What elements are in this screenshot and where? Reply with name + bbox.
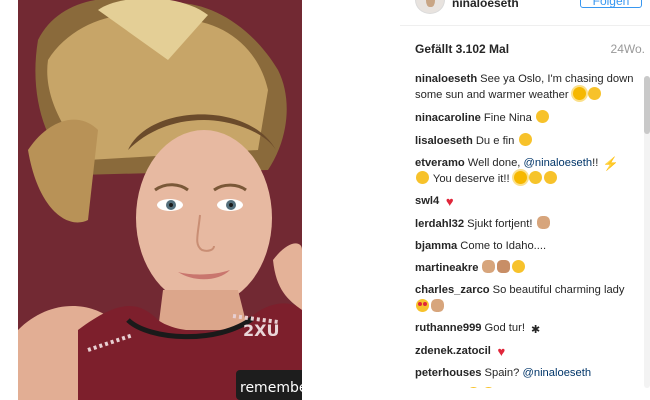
- comment-item: charles_zarco So beautiful charming lady: [415, 283, 637, 315]
- cool-emoji-icon: [587, 87, 601, 101]
- comment-username[interactable]: ruthanne999: [415, 322, 482, 334]
- sun-emoji-icon: [513, 171, 527, 185]
- clap-emoji-icon: [431, 298, 444, 312]
- header-divider: [400, 25, 650, 26]
- header-username[interactable]: ninaloeseth: [452, 0, 519, 10]
- cool-emoji-icon: [416, 171, 429, 185]
- comment-username[interactable]: etveramo: [415, 157, 465, 169]
- bolt-emoji-icon: ⚡: [602, 155, 619, 171]
- likes-count[interactable]: Gefällt 3.102 Mal: [415, 42, 509, 56]
- hand-emoji-icon: [497, 260, 511, 274]
- comment-username[interactable]: lisaloeseth: [415, 135, 473, 147]
- comment-item: ninacaroline Fine Nina: [415, 110, 637, 126]
- comment-text: Du e fin: [475, 135, 518, 147]
- avatar[interactable]: [415, 0, 445, 14]
- comment-item: lisaloeseth Du e fin: [415, 133, 637, 149]
- post-header: ninaloeseth Folgen: [302, 0, 650, 14]
- comment-item: lerdahl32 Sjukt fortjent!: [415, 215, 637, 232]
- yum-emoji-icon: [512, 260, 526, 274]
- shirt-text: remember: [240, 380, 302, 396]
- comment-item: ruthanne999 God tur! ✱: [415, 321, 637, 337]
- comment-text: Sjukt fortjent!: [467, 217, 536, 230]
- scrollbar-thumb[interactable]: [644, 76, 650, 134]
- comment-item: bjamma Come to Idaho....: [415, 239, 637, 254]
- comment-text: !!: [592, 156, 602, 169]
- comment-item: etveramo Well done, @ninaloeseth!! ⚡ You …: [415, 156, 637, 188]
- comment-item: peterhouses Spain? @ninaloeseth: [415, 366, 637, 381]
- comment-username[interactable]: ninacaroline: [415, 112, 481, 124]
- comment-username[interactable]: ninaloeseth: [415, 73, 477, 85]
- cloud-emoji-icon: [528, 171, 542, 185]
- comment-text: Spain?: [484, 366, 523, 379]
- comment-username[interactable]: bjamma: [415, 240, 457, 252]
- comment-item: cabosski: [415, 387, 637, 388]
- comment-text: God tur!: [484, 322, 529, 335]
- comments-list: ninaloeseth See ya Oslo, I'm chasing down…: [415, 72, 637, 388]
- hearteyes-emoji-icon: [466, 387, 480, 388]
- comment-text: So beautiful charming lady: [492, 284, 625, 297]
- comments-scrollbar[interactable]: [644, 76, 650, 388]
- comment-username[interactable]: zdenek.zatocil: [415, 345, 491, 357]
- clap-emoji-icon: [536, 215, 550, 229]
- comment-username[interactable]: charles_zarco: [415, 284, 490, 296]
- yum-emoji-icon: [518, 133, 532, 146]
- shirt-logo: 2XU: [243, 321, 279, 340]
- cool-emoji-icon: [543, 171, 557, 185]
- post-sidebar: ninaloeseth Folgen Gefällt 3.102 Mal 24W…: [302, 0, 650, 400]
- comment-text: You deserve it!!: [430, 173, 513, 186]
- likes-row: Gefällt 3.102 Mal 24Wo.: [415, 42, 645, 60]
- comment-username[interactable]: lerdahl32: [415, 218, 464, 230]
- comment-username[interactable]: martineakre: [415, 262, 478, 274]
- comment-item: martineakre: [415, 260, 637, 276]
- hearteyes-emoji-icon: [481, 387, 495, 388]
- yum-emoji-icon: [535, 110, 549, 124]
- hearteyes-emoji-icon: [416, 298, 429, 312]
- heart-emoji-icon: ♥: [497, 343, 506, 359]
- comment-mention[interactable]: @ninaloeseth: [524, 157, 593, 169]
- sun-emoji-icon: [572, 87, 586, 101]
- comment-mention[interactable]: @ninaloeseth: [522, 367, 591, 379]
- post-age[interactable]: 24Wo.: [611, 42, 645, 56]
- comment-username[interactable]: peterhouses: [415, 367, 482, 379]
- heart-emoji-icon: ♥: [445, 194, 454, 209]
- comment-text: Fine Nina: [483, 112, 535, 125]
- comment-text: Well done,: [467, 156, 524, 169]
- follow-button[interactable]: Folgen: [580, 0, 642, 8]
- comment-item: swl4 ♥: [415, 194, 637, 209]
- post-photo[interactable]: 2XU remember: [18, 0, 302, 400]
- selfie-image: 2XU remember: [18, 0, 302, 400]
- comment-text: Come to Idaho....: [460, 239, 547, 252]
- comment-item: zdenek.zatocil ♥: [415, 344, 637, 359]
- comment-username[interactable]: swl4: [415, 195, 439, 207]
- comment-item: ninaloeseth See ya Oslo, I'm chasing down…: [415, 72, 637, 104]
- clap-emoji-icon: [482, 260, 496, 274]
- star-emoji-icon: ✱: [530, 324, 541, 337]
